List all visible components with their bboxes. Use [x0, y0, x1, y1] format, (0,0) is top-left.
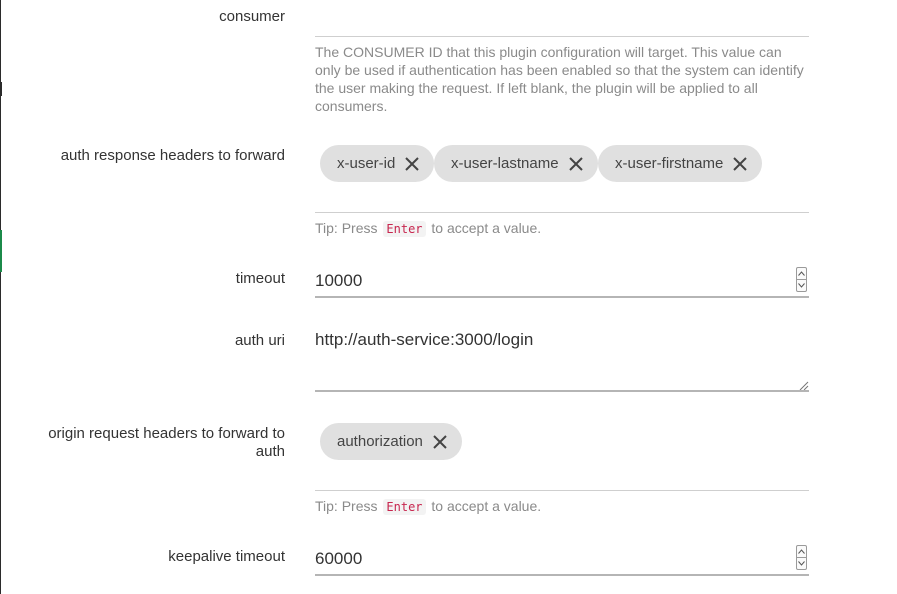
- auth-uri-textarea[interactable]: http://auth-service:3000/login: [315, 330, 533, 350]
- consumer-help-text: The CONSUMER ID that this plugin configu…: [315, 44, 804, 114]
- tip-suffix: to accept a value.: [431, 220, 542, 236]
- tag-chip-label: x-user-lastname: [451, 155, 559, 172]
- remove-tag-icon[interactable]: [732, 156, 748, 172]
- tip-prefix: Tip: Press: [315, 498, 378, 514]
- auth-response-headers-tip: Tip: Press Enter to accept a value.: [315, 219, 541, 238]
- tag-chip-label: authorization: [337, 433, 423, 450]
- keepalive-timeout-stepper[interactable]: [796, 545, 807, 570]
- consumer-label: consumer: [219, 8, 285, 25]
- auth-uri-underline: [315, 390, 809, 392]
- enter-key-hint: Enter: [383, 221, 426, 237]
- timeout-underline: [315, 296, 809, 298]
- auth-response-headers-label: auth response headers to forward: [60, 147, 285, 164]
- tag-chip-label: x-user-firstname: [615, 155, 724, 172]
- origin-request-headers-underline: [315, 490, 809, 491]
- sidebar-active-marker: [0, 230, 2, 272]
- timeout-label: timeout: [235, 270, 285, 287]
- tip-suffix: to accept a value.: [431, 498, 542, 514]
- remove-tag-icon[interactable]: [568, 156, 584, 172]
- remove-tag-icon[interactable]: [404, 156, 420, 172]
- tag-chip: x-user-lastname: [434, 145, 598, 182]
- keepalive-timeout-label: keepalive timeout: [168, 548, 285, 565]
- tag-chip: x-user-id: [320, 145, 435, 182]
- chevron-down-icon[interactable]: [797, 558, 806, 569]
- tag-chip: x-user-firstname: [598, 145, 763, 182]
- tag-chip: authorization: [320, 423, 462, 460]
- enter-key-hint: Enter: [383, 499, 426, 515]
- keepalive-timeout-input[interactable]: 60000: [315, 549, 362, 569]
- chevron-up-icon[interactable]: [797, 546, 806, 557]
- sidebar-marker: [0, 82, 2, 96]
- timeout-stepper[interactable]: [796, 267, 807, 292]
- auth-response-headers-underline: [315, 212, 809, 213]
- remove-tag-icon[interactable]: [432, 434, 448, 450]
- origin-request-headers-tip: Tip: Press Enter to accept a value.: [315, 497, 541, 516]
- consumer-input-underline: [315, 36, 809, 37]
- tag-chip-label: x-user-id: [337, 155, 396, 172]
- keepalive-timeout-underline: [315, 574, 809, 576]
- chevron-down-icon[interactable]: [797, 280, 806, 291]
- origin-request-headers-label: origin request headers to forward to aut…: [48, 425, 285, 460]
- consumer-input[interactable]: [315, 4, 809, 36]
- timeout-input[interactable]: 10000: [315, 271, 362, 291]
- auth-uri-label: auth uri: [234, 332, 285, 349]
- chevron-up-icon[interactable]: [797, 268, 806, 279]
- tip-prefix: Tip: Press: [315, 220, 378, 236]
